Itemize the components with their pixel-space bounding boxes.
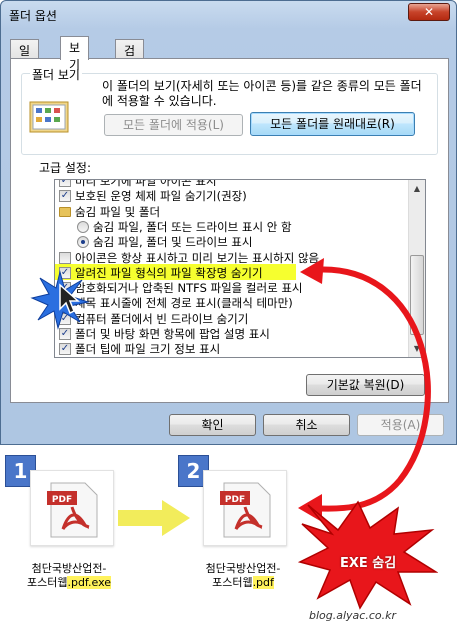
step-2-file-name: 첨단국방산업전- 포스터웹.pdf	[188, 562, 298, 590]
advanced-setting-label: 제목 표시줄에 전체 경로 표시(클래식 테마만)	[75, 296, 293, 311]
radio-button[interactable]	[77, 220, 89, 233]
mouse-pointer-icon	[59, 283, 80, 315]
apply-to-folders-button[interactable]: 모든 폴더에 적용(L)	[104, 114, 243, 136]
advanced-setting-label: 암호화되거나 압축된 NTFS 파일을 컬러로 표시	[75, 281, 303, 296]
advanced-setting-row[interactable]: 숨김 파일 및 폴더	[55, 205, 409, 220]
advanced-setting-label: 숨김 파일, 폴더 및 드라이브 표시	[93, 235, 253, 250]
tab-general[interactable]: 일반	[10, 39, 40, 75]
pdf-file-icon: PDF	[220, 482, 271, 538]
step-2-name-prefix: 포스터웹	[212, 576, 253, 589]
advanced-setting-row[interactable]: 숨김 파일, 폴더 및 드라이브 표시	[55, 235, 409, 250]
title-bar: 폴더 옵션 ✕	[1, 1, 456, 29]
advanced-setting-label: 보호된 운영 체제 파일 숨기기(권장)	[75, 189, 247, 204]
svg-text:PDF: PDF	[225, 495, 245, 505]
ok-button[interactable]: 확인	[169, 414, 256, 436]
pdf-file-icon: PDF	[47, 482, 98, 538]
advanced-setting-label: 숨김 파일, 폴더 또는 드라이브 표시 안 함	[93, 219, 292, 234]
advanced-settings-label: 고급 설정:	[39, 161, 92, 175]
folder-views-description: 이 폴더의 보기(자세히 또는 아이콘 등)를 같은 종류의 모든 폴더에 적용…	[102, 79, 422, 108]
advanced-setting-label: 알려진 파일 형식의 파일 확장명 숨기기	[75, 265, 263, 280]
step-2-name-line2: 포스터웹.pdf	[188, 576, 298, 590]
checkbox[interactable]: ✓	[59, 343, 71, 356]
step-1-name-prefix: 포스터웹	[26, 576, 68, 589]
advanced-setting-row[interactable]: 숨김 파일, 폴더 또는 드라이브 표시 안 함	[55, 220, 409, 235]
scroll-up-icon[interactable]: ▲	[409, 180, 425, 197]
folder-view-icon	[29, 101, 69, 133]
folder-icon	[59, 206, 71, 217]
step-1-file-name: 첨단국방산업전- 포스터웹.pdf.exe	[14, 562, 124, 590]
advanced-setting-label: 컴퓨터 폴더에서 빈 드라이브 숨기기	[75, 311, 249, 326]
advanced-setting-row[interactable]: ✓ 보호된 운영 체제 파일 숨기기(권장)	[55, 189, 409, 204]
advanced-setting-label: 폴더 및 바탕 화면 항목에 팝업 설명 표시	[75, 327, 270, 341]
yellow-arrow-icon	[118, 500, 190, 536]
tab-search[interactable]: 검색	[115, 39, 145, 75]
step-2-extension: .pdf	[252, 576, 274, 589]
window-title: 폴더 옵션	[9, 9, 57, 23]
step-2-file-icon[interactable]: PDF	[203, 470, 287, 546]
tab-view[interactable]: 보기	[60, 36, 90, 72]
blog-watermark: blog.alyac.co.kr	[309, 609, 397, 622]
red-connector-arrow-icon	[298, 258, 431, 522]
advanced-setting-label: 미리 보기에 파일 아이콘 표시	[75, 179, 217, 188]
checkbox[interactable]: ✓	[59, 190, 71, 203]
step-2-name-line1: 첨단국방산업전-	[205, 562, 281, 575]
advanced-setting-label: 폴더 팁에 파일 크기 정보 표시	[75, 342, 221, 357]
exe-hidden-callout: EXE 숨김	[340, 556, 397, 571]
radio-button[interactable]	[77, 236, 89, 249]
step-1-extension: .pdf.exe	[67, 576, 112, 589]
step-1-file-icon[interactable]: PDF	[30, 470, 114, 546]
checkbox[interactable]: ✓	[59, 180, 71, 187]
step-1-name-line2: 포스터웹.pdf.exe	[14, 576, 124, 590]
checkbox[interactable]	[59, 251, 71, 264]
svg-text:PDF: PDF	[52, 495, 72, 505]
advanced-setting-row[interactable]: ✓ 미리 보기에 파일 아이콘 표시	[55, 179, 409, 189]
close-button[interactable]: ✕	[408, 3, 450, 21]
advanced-setting-label: 숨김 파일 및 폴더	[75, 204, 161, 219]
reset-folders-button[interactable]: 모든 폴더를 원래대로(R)	[250, 112, 415, 136]
step-1-name-line1: 첨단국방산업전-	[31, 562, 107, 575]
